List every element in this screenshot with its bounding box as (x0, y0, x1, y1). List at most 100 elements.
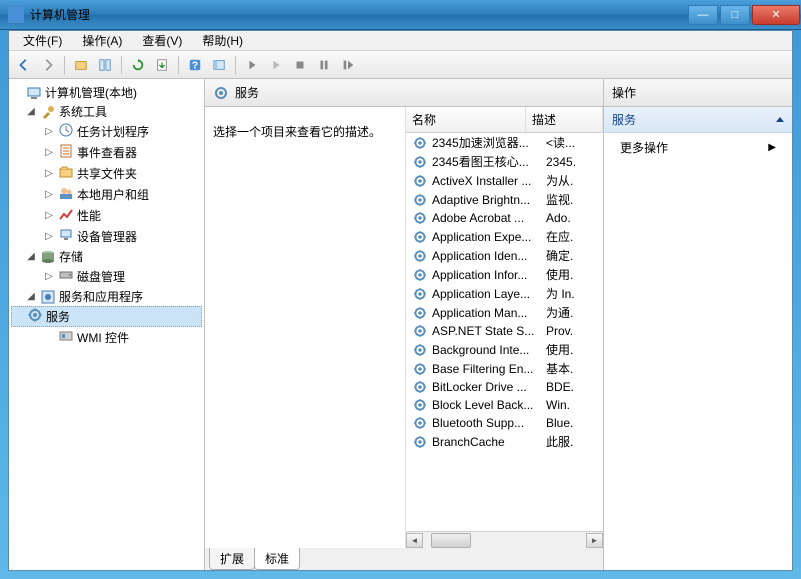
column-desc[interactable]: 描述 (526, 107, 603, 133)
list-item[interactable]: BitLocker Drive ...BDE. (406, 378, 603, 396)
expand-icon[interactable]: ▷ (43, 189, 55, 200)
scroll-right-button[interactable]: ► (586, 533, 603, 548)
show-hide-button[interactable] (208, 54, 230, 76)
service-name: Block Level Back... (432, 398, 540, 412)
window-buttons: — □ ✕ (687, 5, 801, 25)
tree-item[interactable]: ▷任务计划程序 (11, 121, 202, 142)
tab-extended[interactable]: 扩展 (209, 548, 255, 570)
menu-action[interactable]: 操作(A) (72, 30, 132, 51)
center-title: 服务 (235, 84, 259, 101)
menu-view[interactable]: 查看(V) (132, 30, 192, 51)
horizontal-scrollbar[interactable]: ◄ ► (406, 531, 603, 548)
actions-section-label: 服务 (612, 111, 636, 128)
list-item[interactable]: 2345加速浏览器...<读... (406, 133, 603, 152)
list-item[interactable]: Application Man...为通. (406, 303, 603, 322)
node-icon (55, 122, 77, 141)
tree-label: 共享文件夹 (77, 165, 137, 182)
node-icon (55, 328, 77, 347)
service-name: ActiveX Installer ... (432, 174, 540, 188)
window-title: 计算机管理 (30, 6, 687, 23)
service-name: Application Man... (432, 306, 540, 320)
tree-item[interactable]: ▷设备管理器 (11, 226, 202, 247)
tree-item[interactable]: ▷磁盘管理 (11, 266, 202, 287)
start-button[interactable] (241, 54, 263, 76)
tree-item[interactable]: ▷本地用户和组 (11, 184, 202, 205)
tools-icon (40, 104, 56, 120)
tree-root[interactable]: 计算机管理(本地) (11, 83, 202, 102)
toolbar-separator (178, 56, 179, 74)
tree-item[interactable]: ▷ 共享文件夹 (11, 163, 202, 184)
service-icon (412, 229, 428, 245)
expand-icon[interactable]: ▷ (43, 231, 55, 242)
forward-button[interactable] (37, 54, 59, 76)
service-icon (412, 361, 428, 377)
tab-standard[interactable]: 标准 (254, 548, 300, 570)
service-desc: <读... (540, 134, 603, 151)
center-header: 服务 (205, 79, 603, 107)
tree-group-system-tools[interactable]: ◢ 系统工具 (11, 102, 202, 121)
refresh-button[interactable] (127, 54, 149, 76)
maximize-button[interactable]: □ (720, 5, 750, 25)
service-icon (412, 173, 428, 189)
list-item[interactable]: Application Iden...确定. (406, 246, 603, 265)
collapse-icon[interactable]: ◢ (25, 106, 37, 117)
tree-label: 事件查看器 (77, 144, 137, 161)
up-button[interactable] (70, 54, 92, 76)
node-icon (55, 267, 77, 286)
scroll-left-button[interactable]: ◄ (406, 533, 423, 548)
actions-more[interactable]: 更多操作 ▶ (604, 133, 792, 162)
toolbar-separator (235, 56, 236, 74)
column-name[interactable]: 名称 (406, 107, 526, 133)
actions-section-services[interactable]: 服务 (604, 107, 792, 133)
scroll-thumb[interactable] (431, 533, 471, 548)
service-desc: 使用. (540, 341, 603, 358)
tree-item[interactable]: WMI 控件 (11, 327, 202, 348)
expand-icon[interactable]: ▷ (43, 168, 55, 179)
help-button[interactable]: ? (184, 54, 206, 76)
expand-icon[interactable]: ▷ (43, 271, 55, 282)
back-button[interactable] (13, 54, 35, 76)
stop-button-disabled[interactable] (265, 54, 287, 76)
stop-button[interactable] (289, 54, 311, 76)
list-item[interactable]: ASP.NET State S...Prov. (406, 322, 603, 340)
list-rows[interactable]: 2345加速浏览器...<读...2345看图王核心...2345.Active… (406, 133, 603, 531)
export-button[interactable] (151, 54, 173, 76)
restart-button[interactable] (337, 54, 359, 76)
list-item[interactable]: Adobe Acrobat ...Ado. (406, 209, 603, 227)
tree-group-services-apps[interactable]: ◢ 服务和应用程序 (11, 287, 202, 306)
tree-item[interactable]: 服务 (11, 306, 202, 327)
collapse-icon[interactable]: ◢ (25, 251, 37, 262)
tree-item[interactable]: ▷ 事件查看器 (11, 142, 202, 163)
minimize-button[interactable]: — (688, 5, 718, 25)
arrow-right-icon: ▶ (768, 142, 776, 153)
tree-item[interactable]: ▷性能 (11, 205, 202, 226)
pause-button[interactable] (313, 54, 335, 76)
list-item[interactable]: Application Expe...在应. (406, 227, 603, 246)
close-button[interactable]: ✕ (752, 5, 800, 25)
menu-help[interactable]: 帮助(H) (192, 30, 253, 51)
service-name: Adaptive Brightn... (432, 193, 540, 207)
list-item[interactable]: Block Level Back...Win. (406, 396, 603, 414)
toolbar-separator (64, 56, 65, 74)
tree-group-storage[interactable]: ◢ 存储 (11, 247, 202, 266)
list-item[interactable]: ActiveX Installer ...为从. (406, 171, 603, 190)
list-item[interactable]: Base Filtering En...基本. (406, 359, 603, 378)
list-item[interactable]: 2345看图王核心...2345. (406, 152, 603, 171)
list-item[interactable]: Adaptive Brightn...监视. (406, 190, 603, 209)
list-item[interactable]: Application Laye...为 In. (406, 284, 603, 303)
tree-panel[interactable]: 计算机管理(本地) ◢ 系统工具 ▷任务计划程序▷事件查看器▷共享文件夹▷本地用… (9, 79, 205, 570)
list-item[interactable]: Bluetooth Supp...Blue. (406, 414, 603, 432)
collapse-icon[interactable]: ◢ (25, 291, 37, 302)
list-item[interactable]: BranchCache此服. (406, 432, 603, 451)
service-name: Background Inte... (432, 343, 540, 357)
collapse-up-icon (776, 117, 784, 122)
list-item[interactable]: Background Inte...使用. (406, 340, 603, 359)
menu-file[interactable]: 文件(F) (13, 30, 72, 51)
expand-icon[interactable]: ▷ (43, 210, 55, 221)
expand-icon[interactable]: ▷ (43, 126, 55, 137)
tabs-row: 扩展 标准 (205, 548, 603, 570)
properties-button[interactable] (94, 54, 116, 76)
list-item[interactable]: Application Infor...使用. (406, 265, 603, 284)
expand-icon[interactable]: ▷ (43, 147, 55, 158)
center-body: 选择一个项目来查看它的描述。 名称 描述 2345加速浏览器...<读...23… (205, 107, 603, 548)
